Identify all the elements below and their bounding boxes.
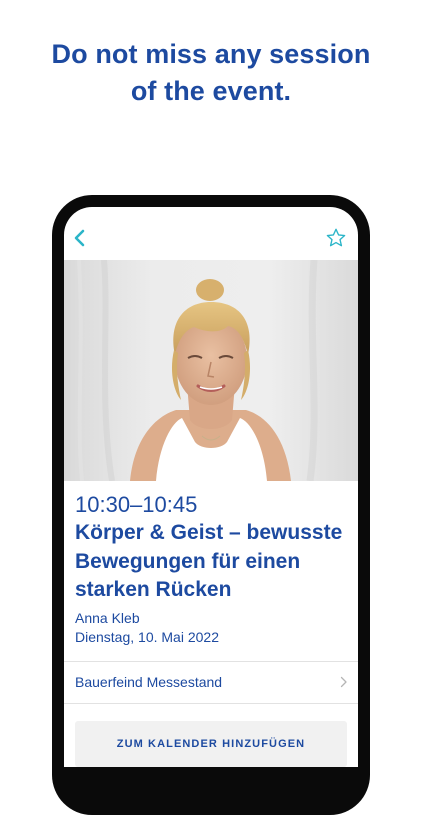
speaker-photo [64,260,358,481]
headline: Do not miss any session of the event. [0,36,422,110]
add-to-calendar-label: ZUM KALENDER HINZUFÜGEN [116,738,306,750]
session-title: Körper & Geist – bewusste Bewegungen für… [75,521,343,601]
location-row[interactable]: Bauerfeind Messestand [64,661,358,704]
top-bar [64,207,358,260]
chevron-left-icon [74,229,85,247]
location-label: Bauerfeind Messestand [75,674,223,690]
session-date: Dienstag, 10. Mai 2022 [75,629,219,645]
headline-line-2: of the event. [130,76,292,106]
session-time: 10:30–10:45 [75,492,198,517]
phone-screen: 10:30–10:45 Körper & Geist – bewusste Be… [64,207,358,767]
session-speaker[interactable]: Anna Kleb [75,609,140,627]
add-to-calendar-button[interactable]: ZUM KALENDER HINZUFÜGEN [75,721,347,767]
chevron-right-icon [340,676,347,688]
headline-line-1: Do not miss any session [51,39,371,69]
back-button[interactable] [70,227,90,249]
favorite-button[interactable] [325,227,347,249]
star-outline-icon [326,228,346,247]
